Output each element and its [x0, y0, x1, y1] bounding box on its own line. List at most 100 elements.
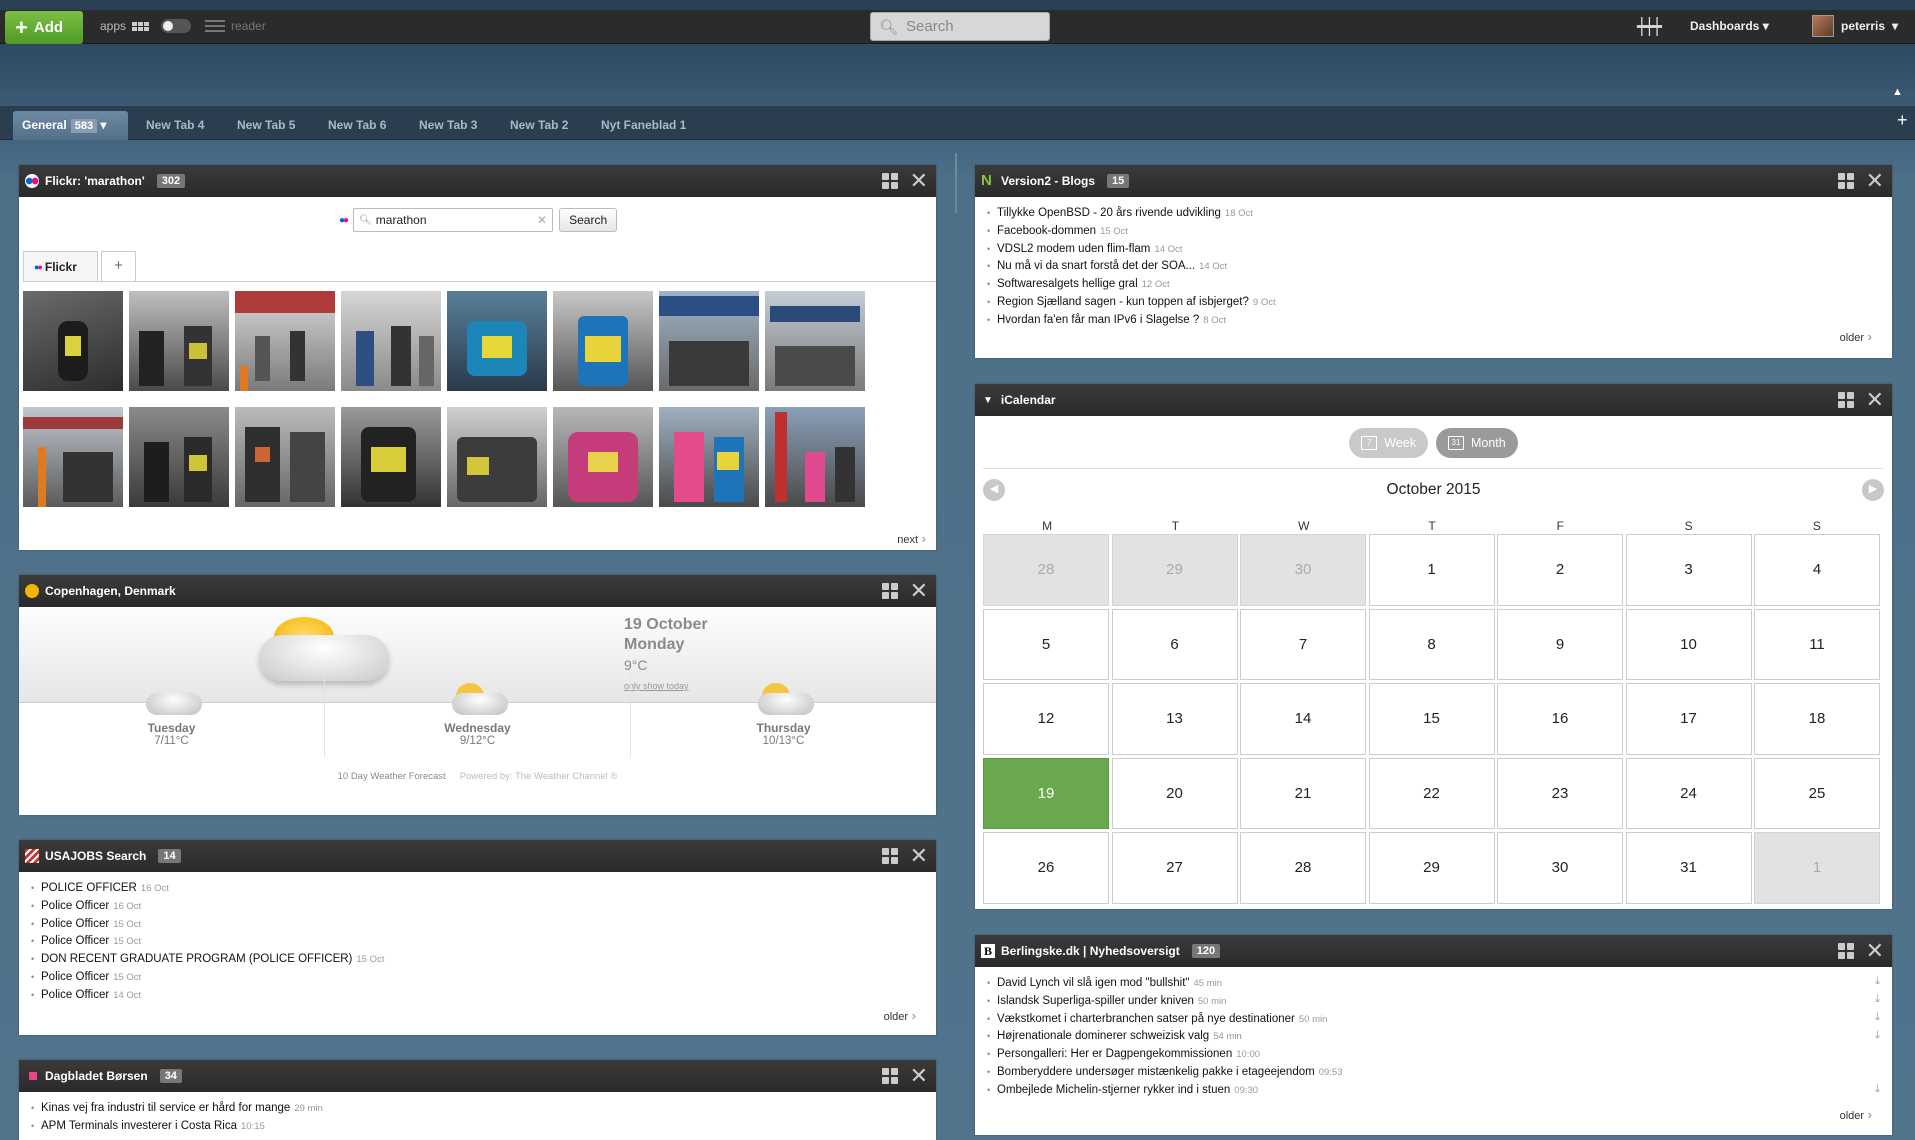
list-item[interactable]: POLICE OFFICER16 Oct — [31, 880, 936, 898]
widget-menu-icon[interactable] — [881, 848, 898, 864]
dashboards-menu[interactable]: Dashboards ▾ — [1690, 19, 1769, 33]
photo-thumbnail[interactable] — [129, 407, 229, 507]
calendar-day[interactable]: 26 — [983, 832, 1109, 904]
tab-nyt-faneblad-1[interactable]: Nyt Faneblad 1 — [601, 111, 686, 140]
close-icon[interactable]: ✕ — [1866, 170, 1884, 192]
download-icon[interactable]: ⤓ — [1875, 1011, 1880, 1024]
list-item[interactable]: Islandsk Superliga-spiller under kniven5… — [987, 993, 1892, 1011]
prev-month-icon[interactable]: ◀ — [983, 479, 1005, 501]
tab-general[interactable]: General 583 ▾ — [13, 111, 128, 140]
calendar-day[interactable]: 22 — [1368, 757, 1495, 829]
widget-header[interactable]: Flickr: 'marathon' 302 ✕ — [19, 165, 936, 197]
list-item[interactable]: APM Terminals investerer i Costa Rica10:… — [31, 1118, 936, 1136]
list-item[interactable]: Softwaresalgets hellige gral12 Oct — [987, 276, 1892, 294]
reader-label[interactable]: reader — [231, 19, 266, 33]
calendar-day[interactable]: 8 — [1368, 608, 1495, 680]
photo-thumbnail[interactable] — [447, 291, 547, 391]
widget-header[interactable]: Dagbladet Børsen 34 ✕ — [19, 1060, 936, 1092]
month-view-button[interactable]: 31 Month — [1435, 428, 1518, 458]
apps-grid-icon[interactable] — [132, 21, 150, 31]
calendar-day[interactable]: 21 — [1240, 757, 1366, 829]
calendar-day[interactable]: 29 — [1111, 534, 1238, 606]
photo-thumbnail[interactable] — [341, 291, 441, 391]
list-item[interactable]: Police Officer14 Oct — [31, 987, 936, 1005]
photo-thumbnail[interactable] — [129, 291, 229, 391]
calendar-day[interactable]: 3 — [1625, 534, 1752, 606]
widget-menu-icon[interactable] — [1837, 392, 1854, 408]
calendar-day[interactable]: 31 — [1625, 832, 1752, 904]
close-icon[interactable]: ✕ — [910, 170, 928, 192]
list-item[interactable]: Police Officer15 Oct — [31, 969, 936, 987]
close-icon[interactable]: ✕ — [1866, 389, 1884, 411]
calendar-day[interactable]: 7 — [1240, 608, 1366, 680]
calendar-day[interactable]: 5 — [983, 608, 1109, 680]
widget-menu-icon[interactable] — [1837, 943, 1854, 959]
calendar-day[interactable]: 20 — [1111, 757, 1238, 829]
older-link[interactable]: older — [1840, 1107, 1872, 1122]
close-icon[interactable]: ✕ — [1866, 940, 1884, 962]
list-item[interactable]: Nu må vi da snart forstå det der SOA...1… — [987, 258, 1892, 276]
tab-new-tab-4[interactable]: New Tab 4 — [146, 111, 204, 140]
list-item[interactable]: David Lynch vil slå igen mod "bullshit"4… — [987, 975, 1892, 993]
list-item[interactable]: Police Officer16 Oct — [31, 898, 936, 916]
widget-menu-icon[interactable] — [1837, 173, 1854, 189]
widget-menu-icon[interactable] — [881, 173, 898, 189]
list-item[interactable]: Vækstkomet i charterbranchen satser på n… — [987, 1011, 1892, 1029]
flickr-search-input[interactable]: 🔍︎ marathon ✕ — [353, 208, 554, 232]
photo-thumbnail[interactable] — [235, 291, 335, 391]
close-icon[interactable]: ✕ — [910, 580, 928, 602]
apps-label[interactable]: apps — [100, 19, 126, 33]
tab-new-tab-5[interactable]: New Tab 5 — [237, 111, 295, 140]
calendar-day[interactable]: 25 — [1754, 757, 1880, 829]
calendar-day[interactable]: 9 — [1497, 608, 1623, 680]
settings-sliders-icon[interactable]: ┿┿┿ — [1637, 17, 1662, 37]
widget-menu-icon[interactable] — [881, 1068, 898, 1084]
calendar-day[interactable]: 28 — [1240, 832, 1366, 904]
photo-thumbnail[interactable] — [659, 291, 759, 391]
download-icon[interactable]: ⤓ — [1875, 1029, 1880, 1042]
download-icon[interactable]: ⤓ — [1875, 993, 1880, 1006]
photo-thumbnail[interactable] — [23, 291, 123, 391]
download-icon[interactable]: ⤓ — [1875, 1083, 1880, 1096]
tab-new-tab-3[interactable]: New Tab 3 — [419, 111, 477, 140]
list-item[interactable]: Kinas vej fra industri til service er hå… — [31, 1100, 936, 1118]
add-tab-icon[interactable]: + — [1897, 110, 1908, 131]
reader-list-icon[interactable] — [205, 20, 226, 32]
calendar-day[interactable]: 30 — [1240, 534, 1366, 606]
calendar-day[interactable]: 1 — [1754, 832, 1880, 904]
next-link[interactable]: next — [897, 531, 926, 546]
calendar-day[interactable]: 16 — [1497, 683, 1623, 755]
list-item[interactable]: Ombejlede Michelin-stjerner rykker ind i… — [987, 1082, 1892, 1100]
older-link[interactable]: older — [1840, 329, 1872, 344]
list-item[interactable]: VDSL2 modem uden flim-flam14 Oct — [987, 241, 1892, 259]
clear-icon[interactable]: ✕ — [537, 213, 547, 227]
collapse-up-icon[interactable]: ▲ — [1892, 86, 1903, 98]
list-item[interactable]: Hvordan fa'en får man IPv6 i Slagelse ?8… — [987, 312, 1892, 330]
add-feed-tab-icon[interactable]: + — [101, 251, 136, 281]
list-item[interactable]: Højrenationale dominerer schweizisk valg… — [987, 1028, 1892, 1046]
search-input[interactable]: 🔍︎ Search — [870, 12, 1050, 41]
widget-header[interactable]: N Version2 - Blogs 15 ✕ — [975, 165, 1892, 197]
photo-thumbnail[interactable] — [553, 407, 653, 507]
flickr-search-button[interactable]: Search — [559, 208, 618, 232]
list-item[interactable]: Facebook-dommen15 Oct — [987, 223, 1892, 241]
calendar-day[interactable]: 12 — [983, 683, 1109, 755]
tab-flickr[interactable]: ●● Flickr — [23, 251, 98, 281]
calendar-day[interactable]: 17 — [1625, 683, 1752, 755]
calendar-day[interactable]: 24 — [1625, 757, 1752, 829]
week-view-button[interactable]: 7 Week — [1349, 428, 1428, 458]
calendar-day[interactable]: 13 — [1111, 683, 1238, 755]
calendar-day[interactable]: 28 — [983, 534, 1109, 606]
calendar-day[interactable]: 6 — [1111, 608, 1238, 680]
photo-thumbnail[interactable] — [235, 407, 335, 507]
calendar-day[interactable]: 10 — [1625, 608, 1752, 680]
photo-thumbnail[interactable] — [659, 407, 759, 507]
download-icon[interactable]: ⤓ — [1875, 975, 1880, 988]
list-item[interactable]: Persongalleri: Her er Dagpengekommission… — [987, 1046, 1892, 1064]
list-item[interactable]: Tillykke OpenBSD - 20 års rivende udvikl… — [987, 205, 1892, 223]
close-icon[interactable]: ✕ — [910, 1065, 928, 1087]
calendar-day[interactable]: 15 — [1368, 683, 1495, 755]
list-item[interactable]: DON RECENT GRADUATE PROGRAM (POLICE OFFI… — [31, 951, 936, 969]
column-divider[interactable] — [955, 153, 957, 213]
calendar-day[interactable]: 11 — [1754, 608, 1880, 680]
